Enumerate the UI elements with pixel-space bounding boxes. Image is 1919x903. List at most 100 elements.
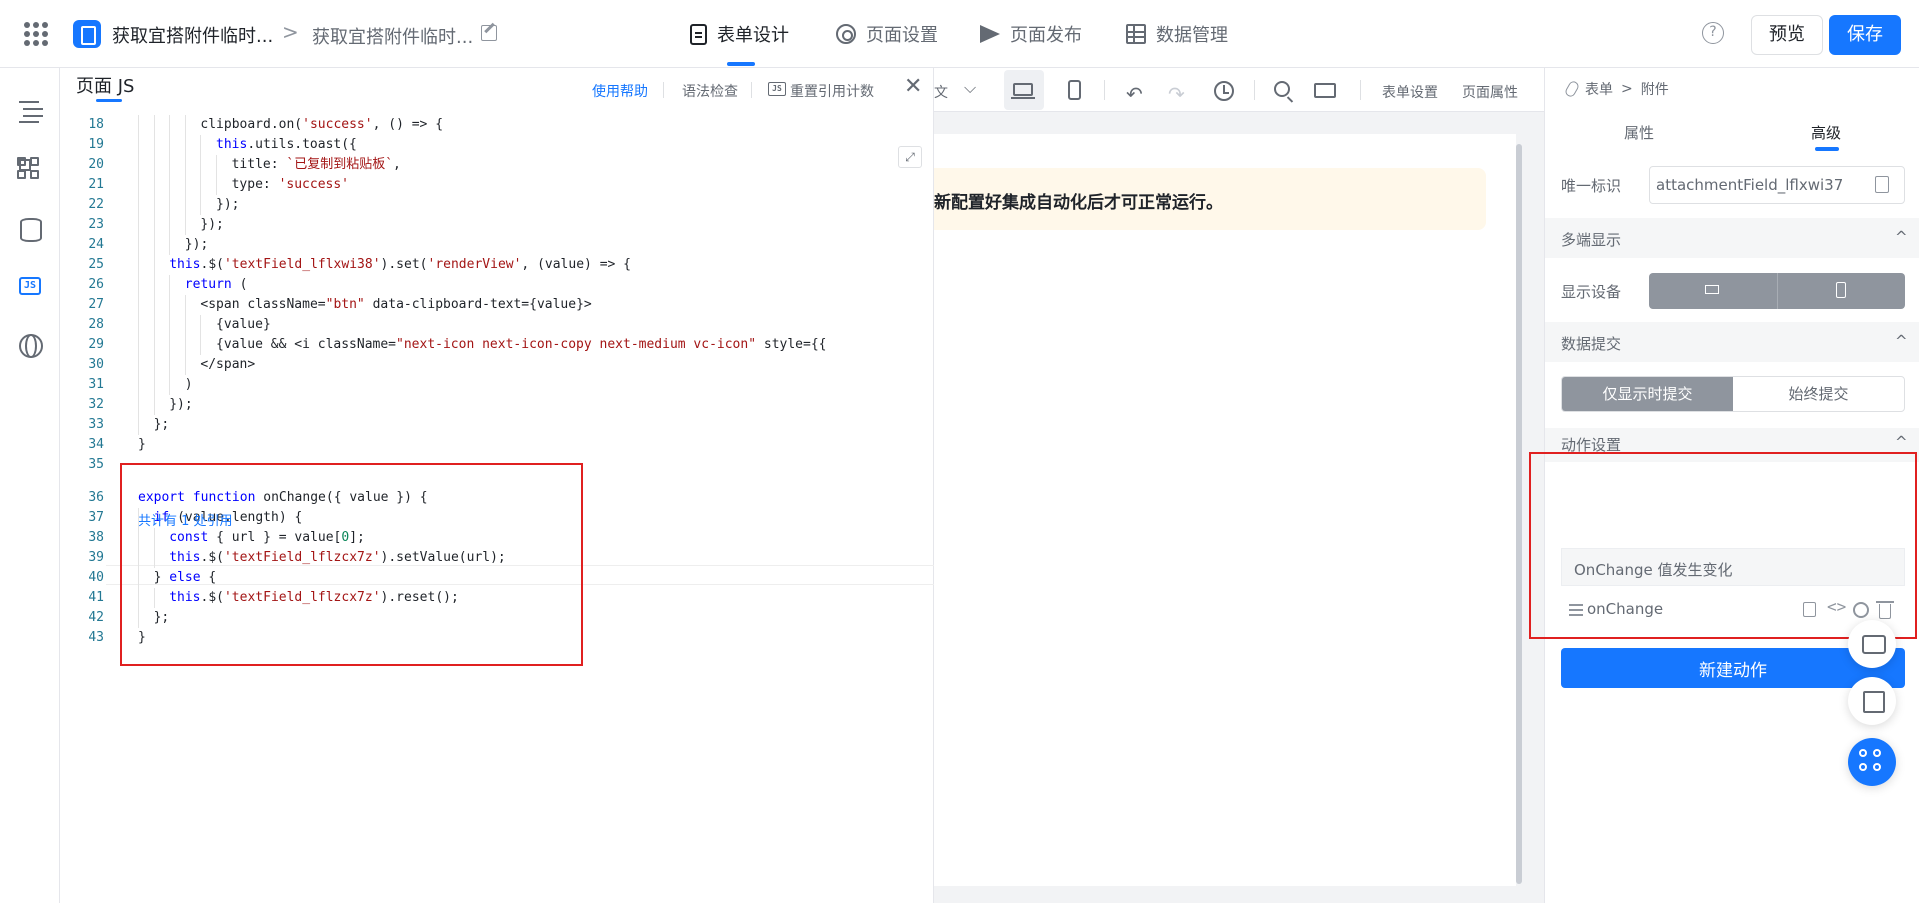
indent-guide	[153, 155, 155, 175]
close-icon[interactable]: ✕	[904, 74, 922, 99]
collapse-icon: ^	[1895, 433, 1908, 451]
tab-page-publish[interactable]: 页面发布	[980, 20, 1082, 48]
help-icon[interactable]: ?	[1702, 22, 1724, 44]
line-number: 24	[88, 237, 104, 252]
indent-guide	[153, 375, 155, 395]
usage-help-link[interactable]: 使用帮助	[592, 81, 648, 101]
divider	[751, 82, 752, 98]
left-rail: JS	[0, 68, 60, 903]
redo-icon[interactable]: ↷	[1168, 82, 1185, 106]
globe-icon[interactable]	[17, 332, 43, 358]
send-icon	[980, 25, 1000, 43]
js-panel-header: 页面 JS 使用帮助 语法检查 JS 重置引用计数 ✕	[60, 68, 934, 104]
copy-icon[interactable]	[1875, 176, 1889, 193]
tab-properties[interactable]: 属性	[1624, 122, 1654, 143]
edit-title-icon[interactable]	[481, 25, 497, 41]
line-number: 30	[88, 357, 104, 372]
chat-icon[interactable]	[1848, 620, 1896, 668]
page-properties-button[interactable]: 页面属性	[1462, 82, 1518, 102]
indent-guide	[200, 135, 202, 155]
datasource-icon[interactable]	[17, 216, 43, 242]
active-tab-indicator	[727, 62, 755, 66]
history-icon[interactable]	[1214, 81, 1234, 101]
indent-guide	[169, 355, 171, 375]
syntax-check-button[interactable]: 语法检查	[682, 81, 738, 101]
annotation-box-code	[120, 463, 583, 666]
components-icon[interactable]	[17, 157, 43, 183]
code-line: this.$('textField_lflxwi38').set('render…	[169, 257, 631, 272]
indent-guide	[169, 215, 171, 235]
mobile-icon[interactable]	[1068, 80, 1081, 100]
app-logo-icon	[73, 20, 101, 48]
line-number: 18	[88, 117, 104, 132]
tab-data-management[interactable]: 数据管理	[1126, 20, 1228, 48]
indent-guide	[153, 115, 155, 135]
indent-guide	[169, 115, 171, 135]
indent-guide	[169, 335, 171, 355]
line-number: 40	[88, 570, 104, 585]
indent-guide	[138, 355, 139, 375]
line-number: 35	[88, 457, 104, 472]
divider	[1104, 80, 1105, 100]
search-icon[interactable]	[1274, 81, 1290, 97]
language-fragment[interactable]: 文	[934, 82, 948, 102]
divider	[1254, 80, 1255, 100]
indent-guide	[138, 415, 139, 435]
js-icon[interactable]: JS	[17, 274, 43, 300]
expand-icon[interactable]: ⤢	[898, 146, 922, 168]
save-button[interactable]: 保存	[1829, 15, 1901, 55]
attachment-icon	[1563, 79, 1581, 99]
form-settings-button[interactable]: 表单设置	[1382, 82, 1438, 102]
outline-icon[interactable]	[17, 98, 43, 124]
reset-ref-count-button[interactable]: 重置引用计数	[790, 81, 874, 101]
preview-button[interactable]: 预览	[1751, 15, 1823, 55]
form-doc-icon	[690, 23, 707, 45]
code-line: {value && <i className="next-icon next-i…	[216, 337, 827, 352]
canvas-toolbar: 文 ⌵ ↶ ↷ 表单设置 页面属性	[934, 68, 1544, 112]
indent-guide	[138, 195, 139, 215]
line-number: 26	[88, 277, 104, 292]
indent-guide	[138, 255, 139, 275]
code-line: });	[169, 397, 193, 412]
line-number: 22	[88, 197, 104, 212]
section-data-submit[interactable]: 数据提交 ^	[1545, 322, 1919, 362]
line-number: 41	[88, 590, 104, 605]
submit-always-option[interactable]: 始终提交	[1733, 377, 1904, 411]
indent-guide	[138, 395, 139, 415]
indent-guide	[169, 195, 171, 215]
js-title-indicator	[96, 99, 122, 102]
property-tabs: 属性 高级	[1545, 112, 1919, 154]
keyboard-icon[interactable]	[1314, 83, 1336, 98]
chevron-down-icon[interactable]: ⌵	[964, 78, 976, 98]
indent-guide	[138, 155, 139, 175]
apps-grid-icon[interactable]	[24, 22, 48, 46]
apps-icon[interactable]	[1848, 738, 1896, 786]
docs-icon[interactable]	[1848, 677, 1896, 725]
indent-guide	[184, 155, 186, 175]
canvas-scrollbar[interactable]	[1516, 144, 1522, 884]
table-icon	[1126, 24, 1146, 44]
line-number: 39	[88, 550, 104, 565]
unique-id-field[interactable]	[1649, 166, 1905, 204]
indent-guide	[153, 235, 155, 255]
indent-guide	[200, 155, 202, 175]
notice-text: 新配置好集成自动化后才可正常运行。	[934, 193, 1223, 213]
design-canvas: 文 ⌵ ↶ ↷ 表单设置 页面属性 新配置好集成自动化后才可正常运行。	[934, 68, 1544, 903]
app-title[interactable]: 获取宜搭附件临时...	[112, 22, 273, 48]
device-mobile-option[interactable]	[1776, 273, 1905, 309]
active-tab-indicator	[1815, 147, 1839, 151]
page-title[interactable]: 获取宜搭附件临时...	[312, 23, 473, 49]
line-number: 28	[88, 317, 104, 332]
undo-icon[interactable]: ↶	[1126, 82, 1143, 106]
indent-guide	[153, 175, 155, 195]
tab-form-design[interactable]: 表单设计	[690, 20, 789, 48]
tab-page-settings[interactable]: 页面设置	[836, 20, 938, 48]
device-pc-option[interactable]	[1649, 273, 1777, 309]
indent-guide	[138, 275, 139, 295]
code-line: };	[153, 417, 170, 432]
section-multi-device[interactable]: 多端显示 ^	[1545, 218, 1919, 258]
indent-guide	[138, 295, 139, 315]
display-device-toggle	[1649, 273, 1905, 309]
tab-advanced[interactable]: 高级	[1811, 122, 1841, 143]
submit-when-visible-option[interactable]: 仅显示时提交	[1562, 377, 1733, 411]
